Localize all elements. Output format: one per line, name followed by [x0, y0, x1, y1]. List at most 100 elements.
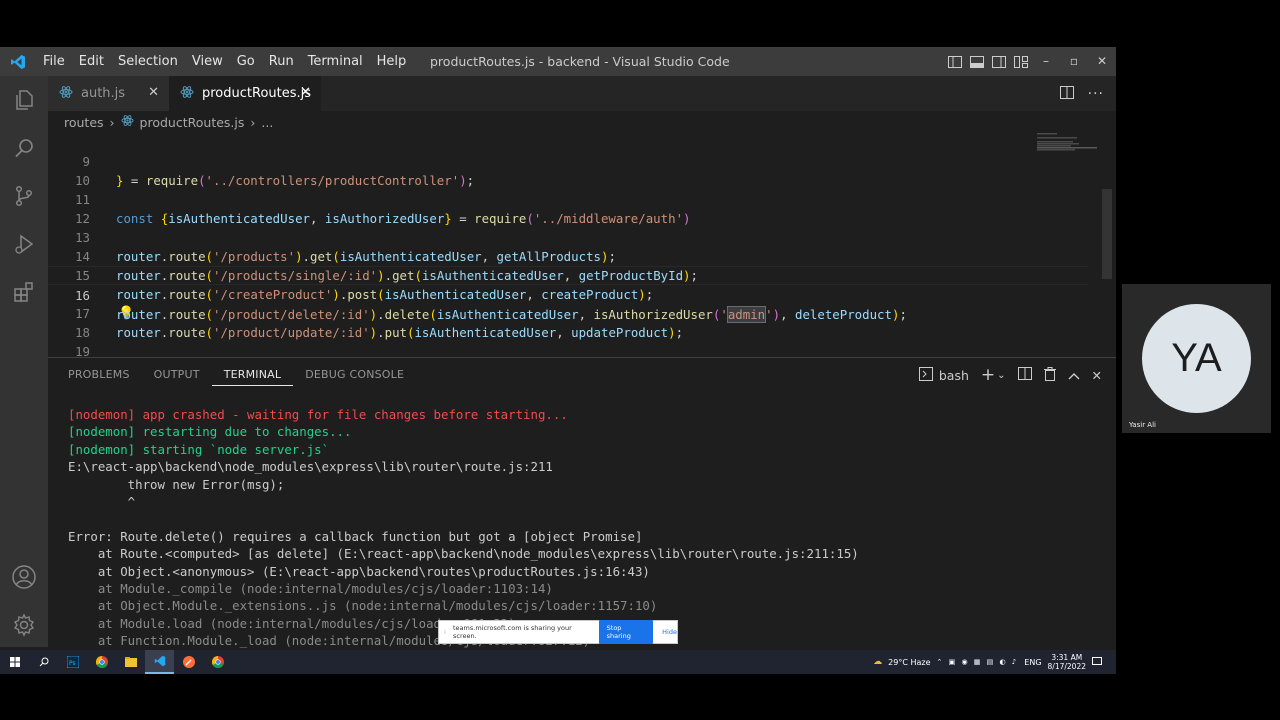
split-editor-icon[interactable]	[1059, 84, 1074, 103]
vscode-logo-icon	[0, 47, 36, 76]
code-line: 18	[48, 304, 1088, 340]
clock[interactable]: 3:31 AM 8/17/2022	[1048, 653, 1086, 671]
trash-icon[interactable]	[1043, 366, 1056, 384]
participant-tile[interactable]: YA Yasir Ali	[1122, 284, 1271, 433]
explorer-icon[interactable]	[0, 76, 48, 124]
panel-tabs: PROBLEMS OUTPUT TERMINAL DEBUG CONSOLE	[68, 358, 416, 392]
vscode-window: File Edit Selection View Go Run Terminal…	[0, 47, 1116, 674]
menu-selection[interactable]: Selection	[111, 47, 185, 76]
screen-sharing-banner: ⁞ teams.microsoft.com is sharing your sc…	[438, 620, 678, 644]
terminal-line: [nodemon] app crashed - waiting for file…	[68, 407, 568, 422]
terminal-line: at Object.<anonymous> (E:\react-app\back…	[68, 563, 650, 579]
breadcrumb-folder[interactable]: routes	[64, 115, 104, 130]
maximize-panel-icon[interactable]	[1068, 368, 1080, 383]
code-line: 10	[48, 152, 1088, 188]
code-line: 19 module.exports = router;	[48, 323, 1088, 378]
window-title: productRoutes.js - backend - Visual Stud…	[430, 54, 730, 69]
vscode-taskbar-icon[interactable]	[145, 650, 174, 674]
react-file-icon	[180, 85, 194, 103]
accounts-icon[interactable]	[0, 553, 48, 601]
weather-text[interactable]: 29°C Haze	[888, 658, 930, 667]
breadcrumb-more[interactable]: ...	[261, 115, 273, 130]
split-terminal-icon[interactable]	[1017, 367, 1032, 383]
new-terminal-icon[interactable]: +	[981, 365, 995, 385]
code-line: 15 router.route('/createProduct').post(i…	[48, 247, 1088, 321]
windows-start-icon[interactable]	[0, 650, 29, 674]
code-line: 14 router.route('/products/single/:id').…	[48, 228, 1088, 283]
toggle-panel-icon[interactable]	[966, 47, 988, 76]
chevron-right-icon: ›	[250, 114, 256, 130]
file-explorer-icon[interactable]	[116, 650, 145, 674]
close-window-icon[interactable]: ✕	[1088, 47, 1116, 76]
photoshop-icon[interactable]: Ps	[58, 650, 87, 674]
terminal-line: E:\react-app\backend\node_modules\expres…	[68, 459, 553, 475]
avatar: YA	[1142, 304, 1251, 413]
tab-terminal[interactable]: TERMINAL	[211, 358, 294, 386]
menu-run[interactable]: Run	[262, 47, 301, 76]
windows-taskbar: Ps ☁ 29°C Haze ⌃ ▣ ◉ ▦ ▤ ◐ ♪ ENG 3:31 AM…	[0, 650, 1116, 674]
tab-close-icon[interactable]: ✕	[300, 85, 311, 100]
menu-go[interactable]: Go	[230, 47, 262, 76]
minimap[interactable]	[1037, 133, 1102, 163]
react-file-icon	[59, 85, 73, 103]
terminal-line: throw new Error(msg);	[68, 476, 285, 492]
bottom-panel: PROBLEMS OUTPUT TERMINAL DEBUG CONSOLE b…	[48, 357, 1116, 649]
tab-productroutes-js[interactable]: productRoutes.js ✕	[169, 76, 321, 111]
menu-terminal[interactable]: Terminal	[301, 47, 370, 76]
close-panel-icon[interactable]: ✕	[1092, 368, 1102, 383]
stop-sharing-button[interactable]: Stop sharing	[598, 620, 654, 644]
run-debug-icon[interactable]	[0, 220, 48, 268]
chrome-icon[interactable]	[87, 650, 116, 674]
menu-bar: File Edit Selection View Go Run Terminal…	[36, 47, 413, 76]
terminal-line: ^	[68, 493, 136, 509]
extensions-icon[interactable]	[0, 268, 48, 316]
terminal-line: [nodemon] restarting due to changes...	[68, 424, 352, 440]
notification-icon[interactable]	[1092, 656, 1102, 668]
postman-icon[interactable]	[174, 650, 203, 674]
terminal-line: at Module._compile (node:internal/module…	[68, 580, 553, 596]
breadcrumb: routes › productRoutes.js › ...	[48, 111, 1116, 133]
customize-layout-icon[interactable]	[1010, 47, 1032, 76]
drag-handle-icon[interactable]: ⁞	[444, 629, 446, 636]
tab-output[interactable]: OUTPUT	[142, 358, 212, 392]
settings-gear-icon[interactable]	[0, 601, 48, 649]
tab-debug-console[interactable]: DEBUG CONSOLE	[293, 358, 416, 392]
minimize-icon[interactable]: –	[1032, 47, 1060, 76]
tab-auth-js[interactable]: auth.js ✕	[48, 76, 169, 111]
chrome-icon[interactable]	[203, 650, 232, 674]
participant-name: Yasir Ali	[1129, 421, 1156, 429]
hide-button[interactable]: Hide	[662, 628, 677, 636]
code-line: 11 const {isAuthenticatedUser, isAuthori…	[48, 171, 1088, 226]
panel-actions: bash + ⌄ ✕	[918, 358, 1102, 392]
code-line: 17 router.route('/product/update/:id').p…	[48, 285, 1088, 340]
menu-view[interactable]: View	[185, 47, 230, 76]
tab-problems[interactable]: PROBLEMS	[68, 358, 142, 392]
menu-help[interactable]: Help	[370, 47, 414, 76]
search-icon[interactable]	[29, 650, 58, 674]
system-tray-icons[interactable]: ⌃ ▣ ◉ ▦ ▤ ◐ ♪	[937, 658, 1019, 666]
shell-name[interactable]: bash	[939, 368, 969, 383]
toggle-secondary-sidebar-icon[interactable]	[988, 47, 1010, 76]
search-icon[interactable]	[0, 124, 48, 172]
terminal-line: at Route.<computed> [as delete] (E:\reac…	[68, 546, 859, 562]
chevron-down-icon[interactable]: ⌄	[997, 370, 1005, 381]
language-indicator[interactable]: ENG	[1024, 658, 1041, 667]
more-actions-icon[interactable]: ···	[1088, 86, 1104, 102]
weather-icon[interactable]: ☁	[873, 657, 882, 667]
terminal-line: at Object.Module._extensions..js (node:i…	[68, 598, 658, 614]
menu-file[interactable]: File	[36, 47, 72, 76]
tab-label: productRoutes.js	[202, 86, 312, 101]
code-line: 13 router.route('/products').get(isAuthe…	[48, 209, 1088, 264]
restore-icon[interactable]: ▫	[1060, 47, 1088, 76]
code-editor[interactable]: 9 } = require('../controllers/productCon…	[48, 133, 1116, 378]
breadcrumb-file[interactable]: productRoutes.js	[140, 115, 245, 130]
editor-tabs: auth.js ✕ productRoutes.js ✕ ···	[48, 76, 1116, 111]
toggle-sidebar-icon[interactable]	[944, 47, 966, 76]
tab-close-icon[interactable]: ✕	[148, 85, 159, 100]
terminal-output[interactable]: [nodemon] app crashed - waiting for file…	[68, 406, 1108, 649]
menu-edit[interactable]: Edit	[72, 47, 111, 76]
source-control-icon[interactable]	[0, 172, 48, 220]
editor-scrollbar[interactable]	[1102, 189, 1112, 279]
code-line: 12	[48, 190, 1088, 226]
